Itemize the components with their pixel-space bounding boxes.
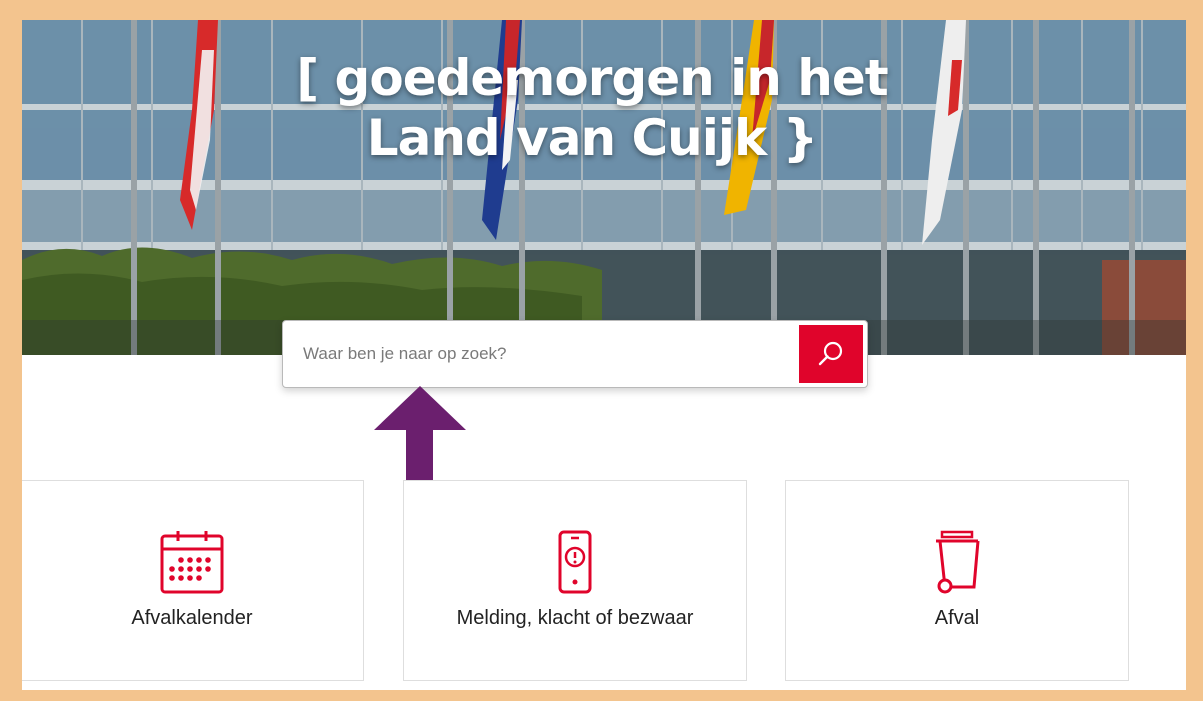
card-label: Afvalkalender (131, 607, 253, 629)
phone-alert-icon (555, 529, 595, 595)
card-afval[interactable]: Afval (785, 480, 1129, 681)
card-label: Melding, klacht of bezwaar (456, 607, 694, 629)
hero-banner: [ goedemorgen in het Land van Cuijk } (22, 20, 1186, 355)
hero-title-line-1: [ goedemorgen in het (296, 49, 888, 107)
waste-bin-icon (932, 529, 982, 595)
search-button[interactable] (799, 325, 863, 383)
search-icon (818, 341, 843, 366)
card-label: Afval (934, 607, 980, 629)
hero-title-line-2: Land van Cuijk } (366, 109, 819, 167)
browser-viewport: [ goedemorgen in het Land van Cuijk } Wa… (22, 20, 1186, 690)
search-input[interactable] (283, 321, 799, 387)
search-bar (282, 320, 868, 388)
card-afvalkalender[interactable]: Afvalkalender (22, 480, 364, 681)
hero-title: [ goedemorgen in het Land van Cuijk } (212, 48, 972, 168)
card-melding[interactable]: Melding, klacht of bezwaar (403, 480, 747, 681)
calendar-icon (159, 529, 225, 595)
